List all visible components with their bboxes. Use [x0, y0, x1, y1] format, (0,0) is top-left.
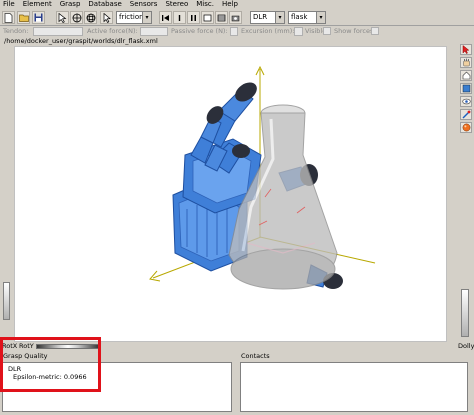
arrow-cursor-icon[interactable]	[56, 11, 69, 24]
viewer-toolbar	[458, 41, 474, 342]
menu-grasp[interactable]: Grasp	[60, 0, 81, 9]
menu-file[interactable]: File	[3, 0, 15, 9]
passive-force-field[interactable]	[230, 27, 238, 36]
epsilon-metric-value: Epsilon-metric: 0.0966	[13, 373, 87, 381]
save-icon[interactable]	[32, 11, 45, 24]
menu-element[interactable]: Element	[23, 0, 52, 9]
world-path: /home/docker_user/graspit/worlds/dlr_fla…	[0, 37, 448, 46]
passive-force-label: Passive force (N):	[171, 27, 228, 35]
camera-icon[interactable]	[229, 11, 242, 24]
set-home-icon[interactable]	[460, 83, 472, 94]
film-icon[interactable]	[215, 11, 228, 24]
seek-icon[interactable]	[460, 109, 472, 120]
grasp-quality-title: Grasp Quality	[3, 352, 48, 360]
rotx-label: RotX	[2, 342, 18, 350]
frame-icon[interactable]	[201, 11, 214, 24]
dolly-label: Dolly	[458, 342, 474, 350]
object-select[interactable]: flask ▾	[288, 11, 326, 24]
flask-object	[228, 104, 338, 290]
main-toolbar: frictionles ▾ DLR ▾ flask ▾	[0, 9, 474, 26]
menu-help[interactable]: Help	[222, 0, 238, 9]
hand-select[interactable]: DLR ▾	[250, 11, 285, 24]
step-icon[interactable]	[173, 11, 186, 24]
active-force-field[interactable]	[140, 27, 168, 36]
select-icon[interactable]	[100, 11, 113, 24]
chevron-down-icon: ▾	[142, 12, 151, 23]
dolly-thumbwheel[interactable]	[461, 289, 469, 337]
show-forces-checkbox[interactable]	[371, 27, 379, 35]
translate-icon[interactable]	[70, 11, 83, 24]
menu-sensors[interactable]: Sensors	[130, 0, 158, 9]
home-view-icon[interactable]	[460, 70, 472, 81]
projection-icon[interactable]	[460, 122, 472, 133]
contacts-panel: Contacts	[238, 350, 474, 415]
tendon-field[interactable]	[33, 27, 83, 36]
contact-type-select[interactable]: frictionles ▾	[116, 11, 152, 24]
skip-back-icon[interactable]	[159, 11, 172, 24]
new-file-icon[interactable]	[2, 11, 15, 24]
menu-misc[interactable]: Misc.	[196, 0, 214, 9]
3d-viewport[interactable]	[14, 46, 447, 342]
grasp-quality-panel: Grasp Quality DLR Epsilon-metric: 0.0966	[0, 350, 237, 415]
excursion-label: Excursion (mm):	[241, 27, 295, 35]
left-thumbwheel-bar	[0, 46, 14, 342]
menu-bar: File Element Grasp Database Sensors Ster…	[0, 0, 474, 9]
tendon-label: Tendon:	[3, 27, 29, 35]
menu-stereo[interactable]: Stereo	[165, 0, 188, 9]
contacts-list[interactable]	[240, 362, 468, 412]
chevron-down-icon: ▾	[275, 12, 284, 23]
chevron-down-icon: ▾	[316, 12, 325, 23]
view-hand-icon[interactable]	[460, 57, 472, 68]
active-force-label: Active force(N):	[87, 27, 138, 35]
hand-value: DLR	[253, 13, 268, 21]
rotx-thumbwheel[interactable]	[3, 282, 10, 320]
menu-database[interactable]: Database	[88, 0, 121, 9]
pick-arrow-icon[interactable]	[460, 44, 472, 55]
view-all-icon[interactable]	[460, 96, 472, 107]
open-folder-icon[interactable]	[17, 11, 30, 24]
contacts-title: Contacts	[241, 352, 270, 360]
excursion-field[interactable]	[294, 27, 303, 36]
rotate-icon[interactable]	[84, 11, 97, 24]
pause-icon[interactable]	[187, 11, 200, 24]
show-forces-label: Show forces:	[334, 27, 376, 35]
scene-render	[149, 65, 376, 290]
tendon-toolbar: Tendon: Active force(N): Passive force (…	[0, 26, 474, 37]
grasp-quality-list[interactable]: DLR Epsilon-metric: 0.0966	[2, 362, 232, 412]
roty-label: RotY	[19, 342, 34, 350]
visible-checkbox[interactable]	[323, 27, 331, 35]
roty-thumbwheel[interactable]	[36, 344, 100, 349]
object-value: flask	[291, 13, 308, 21]
